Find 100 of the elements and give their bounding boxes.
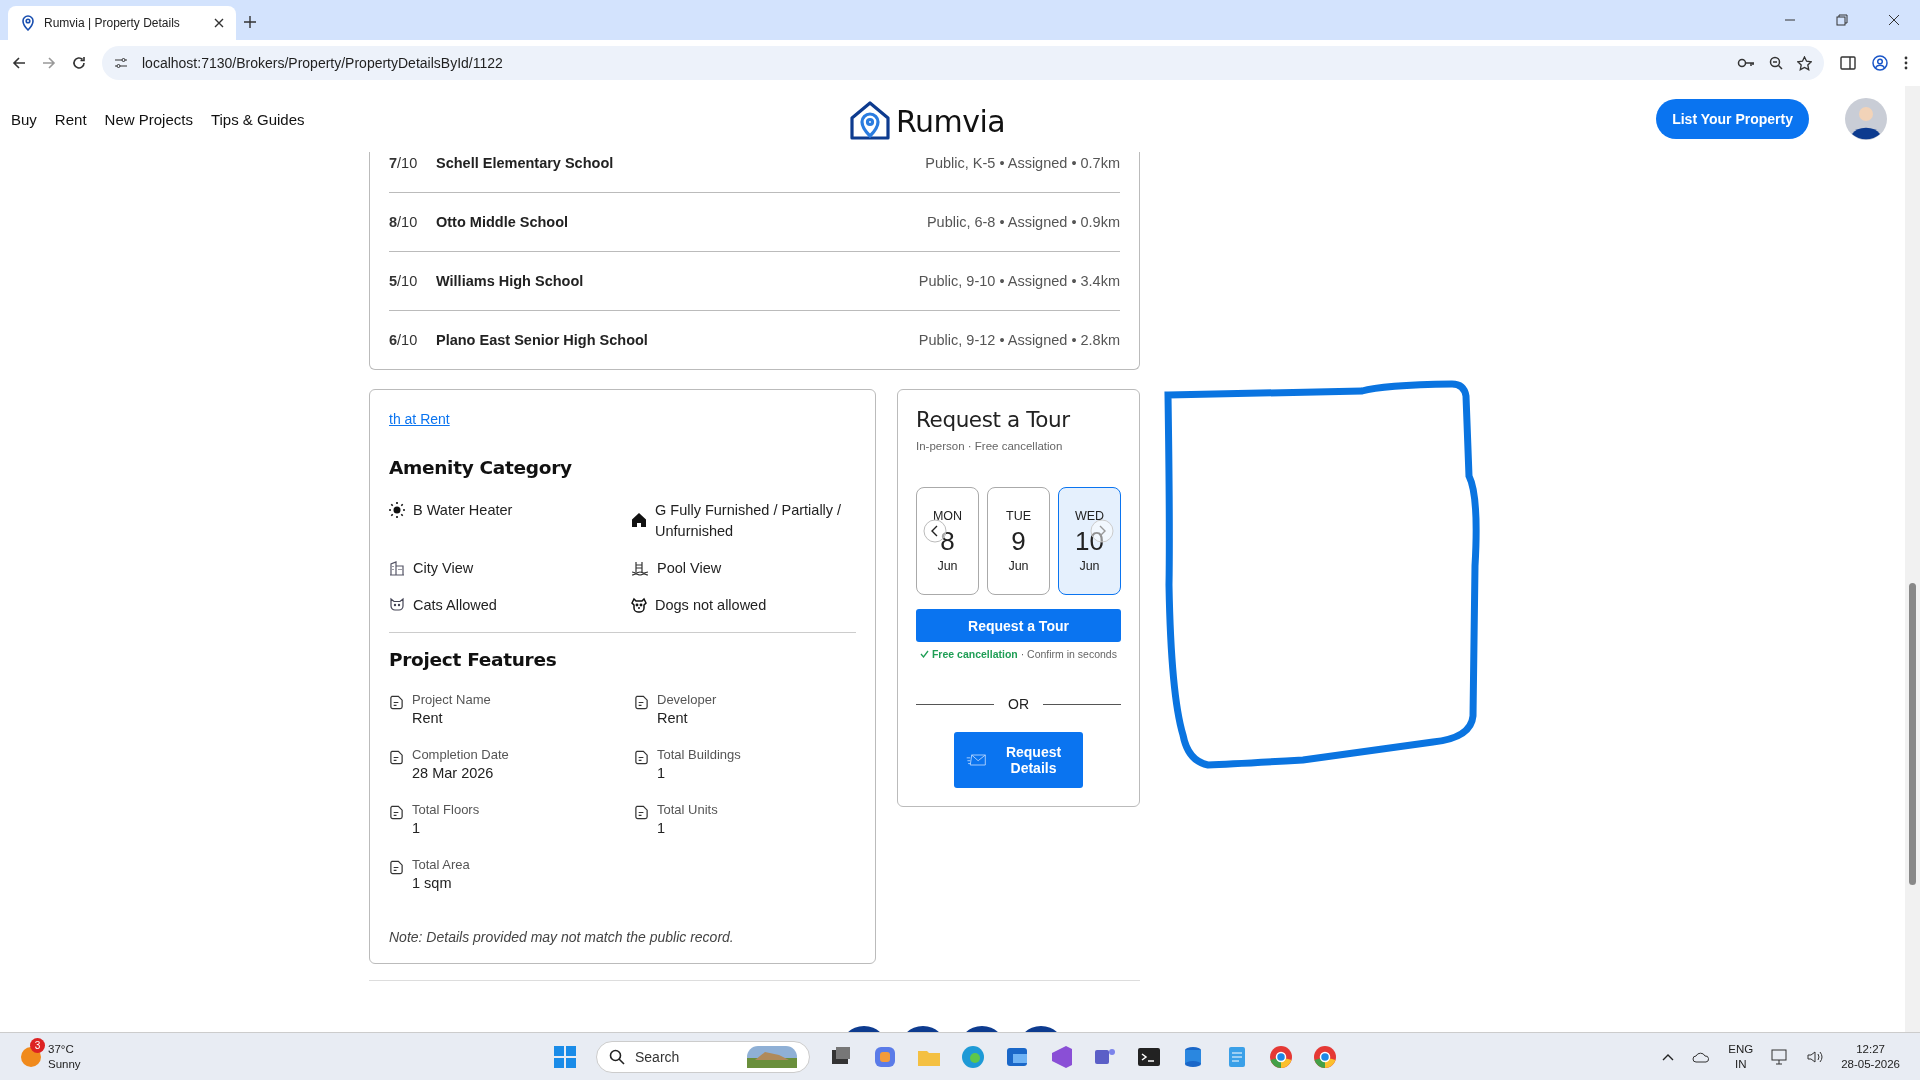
close-icon[interactable] <box>1888 14 1900 26</box>
school-name: Williams High School <box>436 273 585 289</box>
address-bar[interactable]: localhost:7130/Brokers/Property/PropertyDetailsById/1122 <box>102 46 1824 80</box>
tour-subtitle: In-person · Free cancellation <box>916 440 1064 452</box>
envelope-icon <box>966 752 986 768</box>
document-icon <box>389 695 404 710</box>
school-name: Plano East Senior High School <box>436 332 649 348</box>
house-pin-icon <box>848 100 892 142</box>
section-heading: Project Features <box>389 649 558 670</box>
school-rating: 5/10 <box>389 273 419 289</box>
rent-link[interactable]: th at Rent <box>389 411 450 427</box>
document-icon <box>389 860 404 875</box>
star-icon[interactable] <box>1797 55 1812 71</box>
month: Jun <box>1079 559 1100 573</box>
month: Jun <box>937 559 958 573</box>
windows-start-icon[interactable] <box>552 1043 578 1070</box>
zoom-icon[interactable] <box>1769 56 1783 70</box>
avatar-icon[interactable] <box>1845 98 1887 140</box>
section-heading: Amenity Category <box>389 457 573 478</box>
feature-value: 1 <box>412 820 422 836</box>
nav-link[interactable]: New Projects <box>104 110 193 128</box>
weekday: TUE <box>1006 509 1031 523</box>
feature-label: Developer <box>657 692 717 707</box>
chrome-icon[interactable] <box>1312 1043 1338 1070</box>
new-tab-icon[interactable] <box>244 16 256 28</box>
feature-value: 1 sqm <box>412 875 453 891</box>
feature-label: Total Floors <box>412 802 480 817</box>
day-number: 9 <box>1011 527 1026 555</box>
disclaimer-note: Note: Details provided may not match the public record. <box>389 929 735 945</box>
restore-icon[interactable] <box>1836 14 1848 26</box>
browser-tab[interactable]: Rumvia | Property Details <box>8 6 236 40</box>
tab-title: Rumvia | Property Details <box>44 16 181 30</box>
feature-value: 1 <box>657 820 667 836</box>
key-icon[interactable] <box>1737 57 1755 69</box>
amenity-label: G Fully Furnished / Partially / Unfurnished <box>655 501 843 541</box>
cat-icon <box>389 597 405 611</box>
list-property-button[interactable]: List Your Property <box>1656 99 1809 139</box>
day-number: 8 <box>940 527 955 555</box>
nav-link[interactable]: Buy <box>11 110 37 128</box>
language-indicator[interactable]: ENG <box>1728 1041 1754 1057</box>
amenity-label: Dogs not allowed <box>655 596 767 615</box>
scrollbar[interactable] <box>1905 86 1920 1032</box>
school-rating: 6/10 <box>389 332 419 348</box>
school-details: Public, 6-8 • Assigned • 0.9km <box>926 214 1120 230</box>
close-icon[interactable] <box>214 18 224 28</box>
region-indicator[interactable]: IN <box>1728 1056 1754 1072</box>
school-details: Public, K-5 • Assigned • 0.7km <box>925 155 1120 171</box>
check-icon <box>920 650 930 658</box>
or-divider-text: OR <box>1008 696 1029 712</box>
date-option[interactable]: MON 8 Jun <box>916 487 979 595</box>
taskbar-search-field[interactable]: Search <box>596 1040 810 1073</box>
school-rating: 8/10 <box>389 214 419 230</box>
menu-icon[interactable] <box>1904 56 1908 70</box>
clock-date[interactable]: 28-05-2026 <box>1841 1056 1900 1072</box>
feature-label: Project Name <box>412 692 491 707</box>
school-details: Public, 9-12 • Assigned • 2.8km <box>918 332 1120 348</box>
location-pin-icon <box>20 15 36 31</box>
request-tour-button[interactable]: Request a Tour <box>916 609 1121 642</box>
amenity-label: City View <box>413 559 474 578</box>
amenity-label: Cats Allowed <box>413 596 497 615</box>
document-icon <box>634 805 649 820</box>
chevron-up-icon[interactable] <box>1662 1052 1675 1061</box>
feature-value: Rent <box>657 710 689 726</box>
document-icon <box>389 750 404 765</box>
feature-value: Rent <box>412 710 444 726</box>
logo-text: Rumvia <box>896 103 1006 139</box>
day-number: 10 <box>1075 527 1104 555</box>
clock-time[interactable]: 12:27 <box>1841 1041 1900 1057</box>
nav-link[interactable]: Tips & Guides <box>210 110 305 128</box>
feature-label: Total Units <box>657 802 718 817</box>
feature-label: Completion Date <box>412 747 509 762</box>
chrome-icon[interactable] <box>1268 1043 1294 1070</box>
school-name: Schell Elementary School <box>436 155 615 171</box>
edge-browser-icon[interactable] <box>960 1043 986 1070</box>
search-icon <box>609 1048 625 1065</box>
site-settings-icon[interactable] <box>114 56 128 70</box>
side-panel-icon[interactable] <box>1840 56 1856 70</box>
tour-title: Request a Tour <box>916 407 1071 432</box>
school-name: Otto Middle School <box>436 214 570 230</box>
forward-icon[interactable] <box>42 56 56 70</box>
document-icon <box>634 750 649 765</box>
date-option[interactable]: WED 10 Jun <box>1058 487 1121 595</box>
profile-icon[interactable] <box>1872 55 1888 71</box>
pool-ladder-icon <box>631 560 649 576</box>
date-option[interactable]: TUE 9 Jun <box>987 487 1050 595</box>
school-rating: 7/10 <box>389 155 419 171</box>
back-icon[interactable] <box>12 56 26 70</box>
reload-icon[interactable] <box>72 56 86 70</box>
request-details-button[interactable]: Request Details <box>954 732 1083 788</box>
nav-link[interactable]: Rent <box>54 110 87 128</box>
building-icon <box>389 560 405 576</box>
sun-icon <box>389 502 405 518</box>
speaker-icon[interactable] <box>1807 1049 1824 1064</box>
feature-value: 28 Mar 2026 <box>412 765 495 781</box>
month: Jun <box>1008 559 1029 573</box>
house-icon <box>631 512 647 528</box>
document-icon <box>389 805 404 820</box>
notification-badge: 3 <box>30 1037 45 1053</box>
amenity-label: B Water Heater <box>413 501 513 520</box>
dog-icon <box>631 597 647 613</box>
